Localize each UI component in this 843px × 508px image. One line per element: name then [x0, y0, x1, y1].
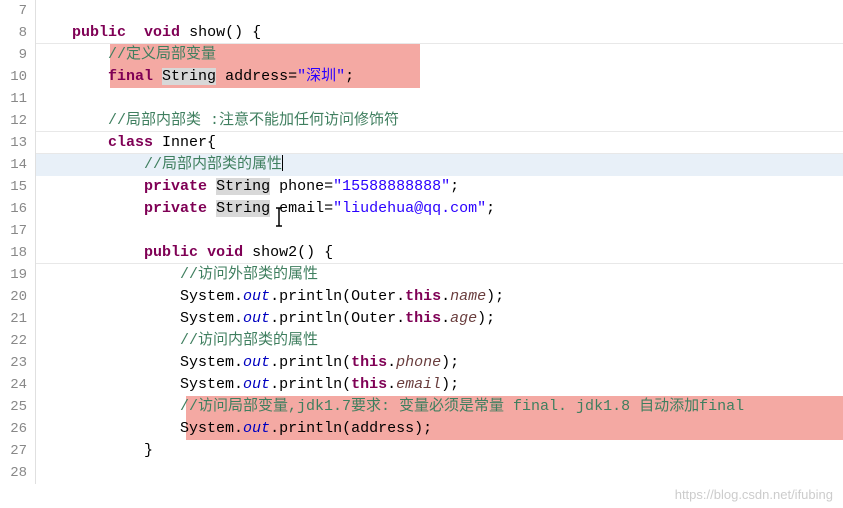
- line-number: 20: [0, 286, 35, 308]
- code-line[interactable]: System.out.println(this.email);: [36, 374, 843, 396]
- line-number: 15: [0, 176, 35, 198]
- code-line[interactable]: //访问局部变量,jdk1.7要求: 变量必须是常量 final. jdk1.8…: [36, 396, 843, 418]
- line-number: 9: [0, 44, 35, 66]
- code-line[interactable]: //局部内部类 :注意不能加任何访问修饰符: [36, 110, 843, 132]
- code-line[interactable]: final String address="深圳";: [36, 66, 843, 88]
- line-number: 12: [0, 110, 35, 132]
- code-line[interactable]: //访问内部类的属性: [36, 330, 843, 352]
- line-number: 16: [0, 198, 35, 220]
- line-number-gutter: 7 8 9 10 11 12 13 14 15 16 17 18 19 20 2…: [0, 0, 36, 484]
- line-number: 21: [0, 308, 35, 330]
- code-line[interactable]: public void show() {: [36, 22, 843, 44]
- code-line[interactable]: [36, 220, 843, 242]
- line-number: 11: [0, 88, 35, 110]
- line-number: 14: [0, 154, 35, 176]
- line-number: 25: [0, 396, 35, 418]
- line-number: 7: [0, 0, 35, 22]
- line-number: 17: [0, 220, 35, 242]
- code-area[interactable]: public void show() { //定义局部变量 final Stri…: [36, 0, 843, 484]
- code-line[interactable]: //定义局部变量: [36, 44, 843, 66]
- line-number: 18: [0, 242, 35, 264]
- code-line[interactable]: }: [36, 440, 843, 462]
- code-line[interactable]: class Inner{: [36, 132, 843, 154]
- code-line[interactable]: [36, 0, 843, 22]
- line-number: 26: [0, 418, 35, 440]
- line-number: 19: [0, 264, 35, 286]
- code-line[interactable]: private String email="liudehua@qq.com";: [36, 198, 843, 220]
- text-cursor: [282, 155, 283, 171]
- line-number: 8: [0, 22, 35, 44]
- code-line[interactable]: [36, 462, 843, 484]
- line-number: 27: [0, 440, 35, 462]
- watermark: https://blog.csdn.net/ifubing: [675, 487, 833, 502]
- line-number: 13: [0, 132, 35, 154]
- code-line[interactable]: System.out.println(Outer.this.name);: [36, 286, 843, 308]
- code-line[interactable]: //局部内部类的属性: [36, 154, 843, 176]
- code-editor[interactable]: 7 8 9 10 11 12 13 14 15 16 17 18 19 20 2…: [0, 0, 843, 484]
- line-number: 10: [0, 66, 35, 88]
- code-line[interactable]: System.out.println(address);: [36, 418, 843, 440]
- line-number: 23: [0, 352, 35, 374]
- code-line[interactable]: System.out.println(this.phone);: [36, 352, 843, 374]
- code-line[interactable]: //访问外部类的属性: [36, 264, 843, 286]
- code-line[interactable]: System.out.println(Outer.this.age);: [36, 308, 843, 330]
- code-line[interactable]: public void show2() {: [36, 242, 843, 264]
- code-line[interactable]: [36, 88, 843, 110]
- line-number: 22: [0, 330, 35, 352]
- line-number: 28: [0, 462, 35, 484]
- line-number: 24: [0, 374, 35, 396]
- code-line[interactable]: private String phone="15588888888";: [36, 176, 843, 198]
- ibeam-cursor-icon: [274, 206, 284, 228]
